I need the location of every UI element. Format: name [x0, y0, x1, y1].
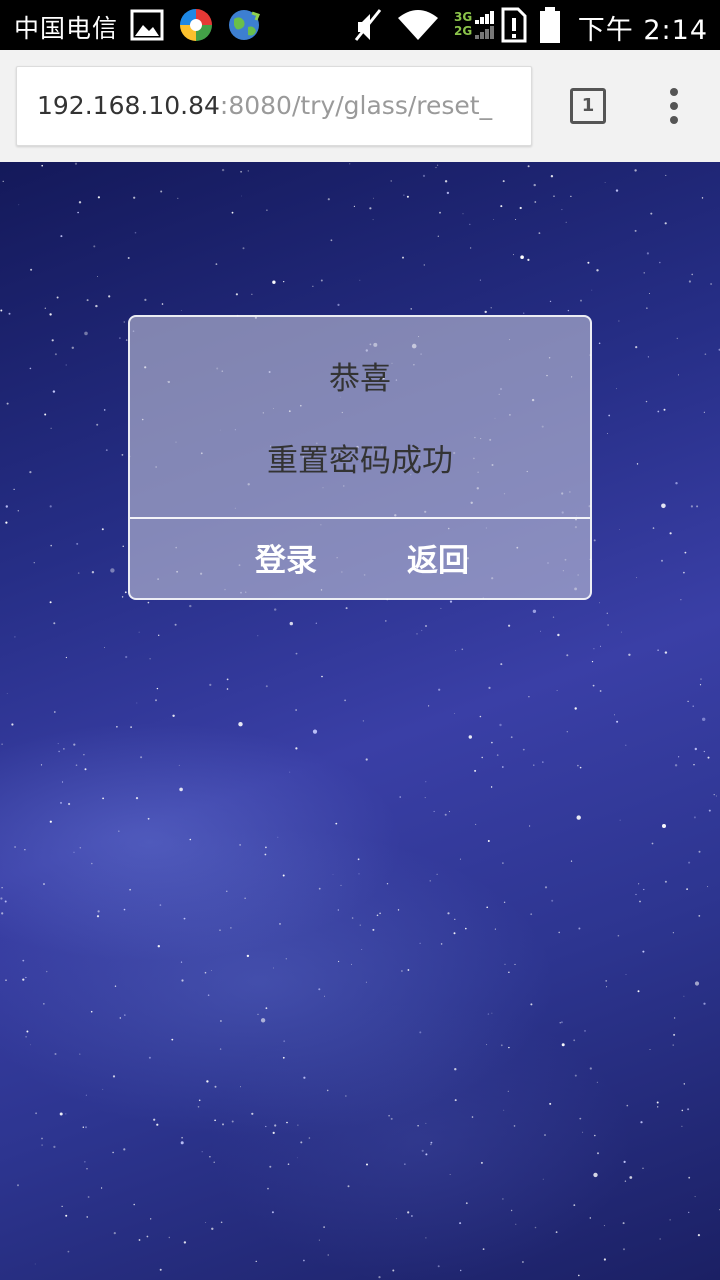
- signal-icon: [475, 11, 494, 39]
- success-dialog: 恭喜 重置密码成功 登录 返回: [128, 315, 592, 600]
- page-background: 恭喜 重置密码成功 登录 返回: [0, 162, 720, 1280]
- status-bar: 中国电信 3G 2G 下午 2:14: [0, 0, 720, 50]
- address-bar[interactable]: 192.168.10.84:8080/try/glass/reset_: [16, 66, 532, 146]
- app-icon: [180, 9, 212, 41]
- tab-switcher-button[interactable]: 1: [570, 88, 606, 124]
- dialog-message: 重置密码成功: [267, 443, 453, 479]
- overflow-menu-icon[interactable]: [666, 88, 682, 124]
- login-button[interactable]: 登录: [226, 535, 346, 581]
- mute-icon: [354, 9, 382, 41]
- wifi-icon: [398, 10, 438, 40]
- sim-alert-icon: [501, 7, 527, 43]
- dialog-title: 恭喜: [329, 361, 391, 397]
- dialog-divider: [130, 517, 590, 519]
- carrier-name: 中国电信: [14, 14, 119, 43]
- globe-icon: [229, 10, 260, 40]
- battery-icon: [540, 7, 560, 43]
- network-type: 3G 2G: [454, 10, 473, 38]
- gallery-icon: [130, 9, 164, 41]
- clock: 下午 2:14: [577, 15, 708, 46]
- browser-toolbar: 192.168.10.84:8080/try/glass/reset_ 1: [0, 50, 720, 162]
- back-button[interactable]: 返回: [378, 535, 498, 581]
- url-path: :8080/try/glass/reset_: [219, 91, 493, 120]
- url-host: 192.168.10.84: [37, 91, 220, 120]
